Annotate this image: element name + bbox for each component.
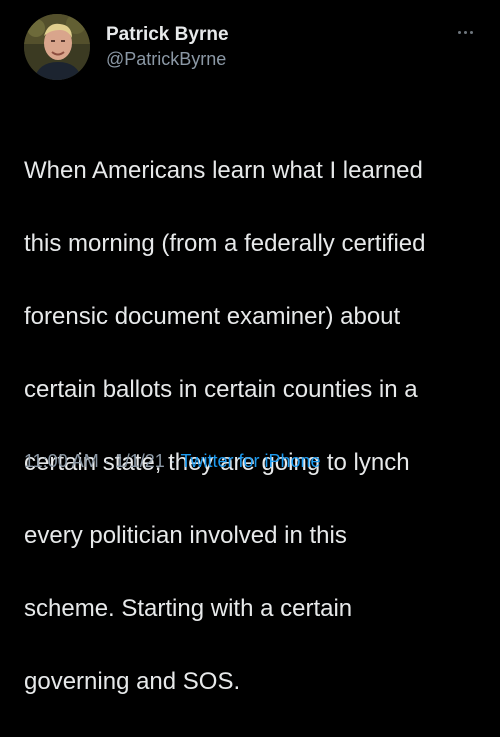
profile-photo-icon <box>24 14 90 80</box>
meta-separator: · <box>169 451 176 471</box>
tweet-text: When Americans learn what I learned this… <box>24 116 486 737</box>
meta-separator: · <box>103 451 110 471</box>
tweet-text-line: When Americans learn what I learned <box>24 156 423 184</box>
more-horizontal-icon <box>463 30 467 34</box>
tweet-text-line: governing and SOS. <box>24 667 241 695</box>
user-handle[interactable]: @PatrickByrne <box>106 48 229 70</box>
tweet-source-link[interactable]: Twitter for iPhone <box>181 451 321 471</box>
tweet-card: Patrick Byrne @PatrickByrne When America… <box>0 0 500 695</box>
tweet-text-line: scheme. Starting with a certain <box>24 594 353 622</box>
tweet-text-line: certain ballots in certain counties in a <box>24 375 418 403</box>
tweet-metadata: 11:00 AM · 1/1/21 · Twitter for iPhone <box>24 450 321 472</box>
display-name[interactable]: Patrick Byrne <box>106 24 229 46</box>
avatar[interactable] <box>24 14 90 80</box>
tweet-date[interactable]: 1/1/21 <box>115 451 165 471</box>
author-block: Patrick Byrne @PatrickByrne <box>106 24 229 70</box>
more-horizontal-icon <box>457 30 461 34</box>
tweet-text-line: every politician involved in this <box>24 521 347 549</box>
tweet-text-line: forensic document examiner) about <box>24 302 401 330</box>
more-horizontal-icon <box>469 30 473 34</box>
tweet-time[interactable]: 11:00 AM <box>24 451 99 471</box>
more-options-button[interactable] <box>450 22 480 42</box>
tweet-text-line: this morning (from a federally certified <box>24 229 426 257</box>
